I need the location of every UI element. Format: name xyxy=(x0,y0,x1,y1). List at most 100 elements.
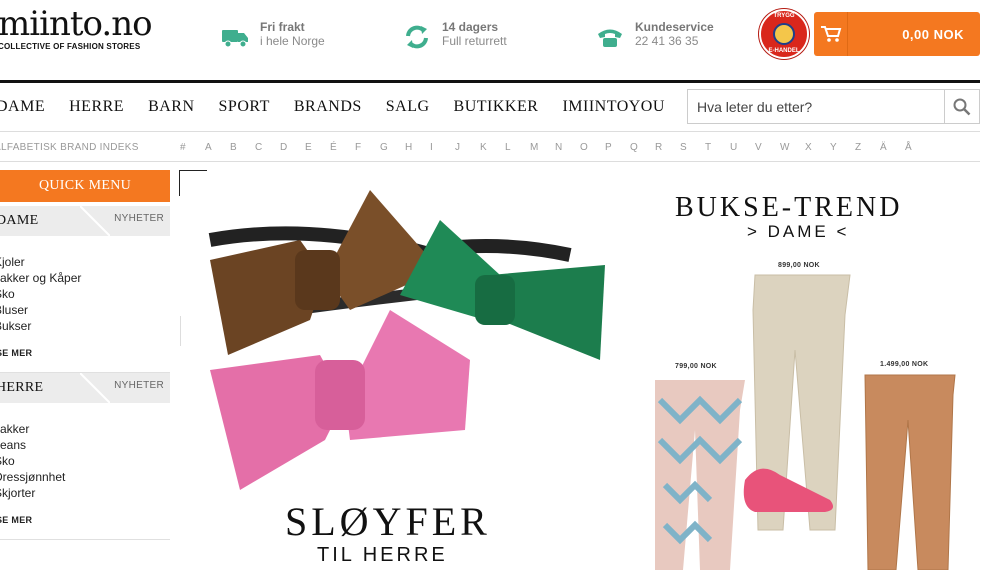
nav-item-brands[interactable]: BRANDS xyxy=(294,98,362,116)
nav-item-herre[interactable]: HERRE xyxy=(69,98,124,116)
truck-icon xyxy=(222,30,248,48)
usp-free-shipping: Fri frakt i hele Norge xyxy=(220,20,325,52)
alphabet-brand-index: ALFABETISK BRAND INDEKS # A B C D E É F G H I J K L M N… xyxy=(0,139,930,155)
alphabet-letters: # A B C D E É F G H I J K L M N O P Q R S T U V W X Y Z Ä Å xyxy=(180,142,930,153)
usp-title: 14 dagers xyxy=(442,20,499,34)
divider xyxy=(0,161,980,162)
bow-ties-image xyxy=(208,190,605,490)
search-button[interactable] xyxy=(944,90,979,123)
usp-customer-service: Kundeservice 22 41 36 35 xyxy=(595,20,714,52)
divider xyxy=(0,539,170,540)
alphabet-letter[interactable]: N xyxy=(555,142,580,153)
usp-subtitle: Full returrett xyxy=(442,34,507,48)
alphabet-letter[interactable]: J xyxy=(455,142,480,153)
alphabet-letter[interactable]: Å xyxy=(905,142,930,153)
alphabet-letter[interactable]: S xyxy=(680,142,705,153)
news-link[interactable]: NYHETER xyxy=(114,380,164,391)
alphabet-letter[interactable]: K xyxy=(480,142,505,153)
usp-subtitle: i hele Norge xyxy=(260,34,325,48)
banner-subtitle: TIL HERRE xyxy=(317,544,448,566)
alphabet-letter[interactable]: H xyxy=(405,142,430,153)
section-title: HERRE xyxy=(0,380,44,395)
search-icon xyxy=(953,98,971,115)
alphabet-letter[interactable]: C xyxy=(255,142,280,153)
sidebar-section-dame-header[interactable]: DAME NYHETER xyxy=(0,206,170,236)
badge-top-text: TRYGG xyxy=(773,13,795,19)
nav-item-barn[interactable]: BARN xyxy=(148,98,194,116)
nav-item-butikker[interactable]: BUTIKKER xyxy=(454,98,539,116)
header-divider xyxy=(0,80,980,83)
banner-bow-ties[interactable]: SLØYFER TIL HERRE xyxy=(200,180,620,570)
list-item[interactable]: Jeans xyxy=(0,437,170,453)
usp-title: Fri frakt xyxy=(260,20,305,34)
site-header: miinto.no COLLECTIVE OF FASHION STORES F… xyxy=(0,0,1000,80)
list-item[interactable]: Skjorter xyxy=(0,485,170,501)
divider xyxy=(180,316,181,346)
sidebar-section-herre-list: Jakker Jeans Sko Dressjønnhet Skjorter xyxy=(0,403,170,501)
badge-emblem-icon xyxy=(773,23,795,45)
alphabet-letter[interactable]: X xyxy=(805,142,830,153)
alphabet-letter[interactable]: D xyxy=(280,142,305,153)
sidebar: QUICK MENU DAME NYHETER Kjoler Jakker og… xyxy=(0,170,170,570)
product-price: 899,00 NOK xyxy=(778,262,820,269)
see-more-link[interactable]: SE MER xyxy=(0,348,170,358)
list-item[interactable]: Sko xyxy=(0,453,170,469)
logo[interactable]: miinto.no COLLECTIVE OF FASHION STORES xyxy=(0,4,153,51)
search-box xyxy=(687,89,980,124)
cart-amount: 0,00 NOK xyxy=(902,26,964,42)
section-title: DAME xyxy=(0,213,39,228)
alphabet-letter[interactable]: # xyxy=(180,142,205,153)
usp-returns: 14 dagers Full returrett xyxy=(402,20,507,52)
list-item[interactable]: Jakker og Kåper xyxy=(0,270,170,286)
trousers-image xyxy=(655,274,956,570)
cart-button[interactable]: 0,00 NOK xyxy=(814,12,980,56)
sidebar-section-herre-header[interactable]: HERRE NYHETER xyxy=(0,373,170,403)
nav-item-salg[interactable]: SALG xyxy=(386,98,430,116)
list-item[interactable]: Kjoler xyxy=(0,254,170,270)
sidebar-section-dame-list: Kjoler Jakker og Kåper Sko Bluser Bukser xyxy=(0,236,170,334)
alphabet-letter[interactable]: V xyxy=(755,142,780,153)
banner-subtitle: > DAME < xyxy=(747,222,850,241)
list-item[interactable]: Bukser xyxy=(0,318,170,334)
trygg-ehandel-badge[interactable]: TRYGG E-HANDEL xyxy=(759,9,809,59)
nav-item-sport[interactable]: SPORT xyxy=(219,98,270,116)
main-nav: DAME HERRE BARN SPORT BRANDS SALG BUTIKK… xyxy=(0,90,689,124)
see-more-link[interactable]: SE MER xyxy=(0,515,170,525)
alphabet-letter[interactable]: G xyxy=(380,142,405,153)
list-item[interactable]: Sko xyxy=(0,286,170,302)
alphabet-letter[interactable]: A xyxy=(205,142,230,153)
usp-title: Kundeservice xyxy=(635,20,714,34)
banner-title: SLØYFER xyxy=(285,499,491,544)
divider xyxy=(0,131,980,132)
banner-trouser-trend[interactable]: BUKSE-TREND > DAME < 899,00 NOK 799,00 N… xyxy=(620,180,1000,570)
nav-item-dame[interactable]: DAME xyxy=(0,98,45,116)
news-link[interactable]: NYHETER xyxy=(114,213,164,224)
alphabet-letter[interactable]: P xyxy=(605,142,630,153)
alphabet-letter[interactable]: F xyxy=(355,142,380,153)
alphabet-label: ALFABETISK BRAND INDEKS xyxy=(0,141,139,153)
alphabet-letter[interactable]: L xyxy=(505,142,530,153)
alphabet-letter[interactable]: I xyxy=(430,142,455,153)
list-item[interactable]: Bluser xyxy=(0,302,170,318)
alphabet-letter[interactable]: U xyxy=(730,142,755,153)
alphabet-letter[interactable]: T xyxy=(705,142,730,153)
list-item[interactable]: Dressjønnhet xyxy=(0,469,170,485)
alphabet-letter[interactable]: B xyxy=(230,142,255,153)
diagonal-divider xyxy=(80,206,110,236)
search-input[interactable] xyxy=(688,90,944,123)
return-arrows-icon xyxy=(406,25,428,49)
nav-item-imiintoyou[interactable]: IMIINTOYOU xyxy=(562,98,664,116)
alphabet-letter[interactable]: Q xyxy=(630,142,655,153)
alphabet-letter[interactable]: W xyxy=(780,142,805,153)
alphabet-letter[interactable]: R xyxy=(655,142,680,153)
alphabet-letter[interactable]: É xyxy=(330,142,355,153)
alphabet-letter[interactable]: Y xyxy=(830,142,855,153)
logo-text: miinto.no xyxy=(0,4,153,44)
alphabet-letter[interactable]: E xyxy=(305,142,330,153)
alphabet-letter[interactable]: M xyxy=(530,142,555,153)
alphabet-letter[interactable]: O xyxy=(580,142,605,153)
alphabet-letter[interactable]: Ä xyxy=(880,142,905,153)
list-item[interactable]: Jakker xyxy=(0,421,170,437)
banner-title: BUKSE-TREND xyxy=(675,192,903,223)
alphabet-letter[interactable]: Z xyxy=(855,142,880,153)
